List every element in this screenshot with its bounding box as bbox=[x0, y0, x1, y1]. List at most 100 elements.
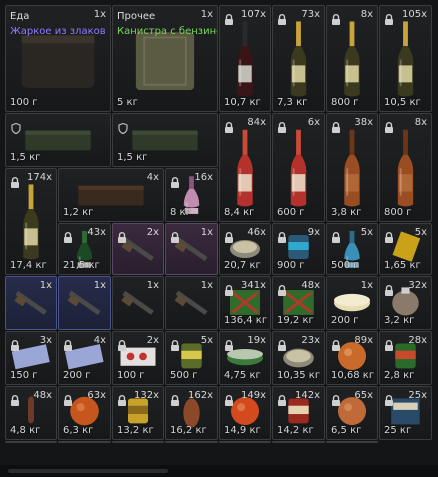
item-quantity: 1x bbox=[360, 280, 373, 291]
inventory-slot[interactable]: 5x 500 г bbox=[165, 331, 218, 385]
inventory-slot[interactable]: 1x bbox=[58, 276, 111, 330]
inventory-slot[interactable]: 107x 10,7 кг bbox=[219, 5, 271, 112]
inventory-slot[interactable]: 162x 16,2 кг bbox=[165, 386, 218, 440]
item-weight: 800 г bbox=[384, 207, 412, 218]
item-quantity: 63x bbox=[87, 390, 106, 401]
inventory-slot[interactable]: 32x 3,2 кг bbox=[379, 276, 432, 330]
inventory-slot[interactable]: 106x bbox=[58, 441, 111, 443]
inventory-scrollbar-track[interactable] bbox=[0, 465, 438, 477]
inventory-slot[interactable]: 1x bbox=[165, 276, 218, 330]
item-weight: 14,2 кг bbox=[277, 425, 314, 436]
item-title: Жаркое из злаков bbox=[10, 26, 106, 37]
lock-icon bbox=[331, 336, 341, 351]
item-weight: 500 г bbox=[331, 260, 359, 271]
item-category: Прочее bbox=[117, 11, 156, 22]
inventory-slot[interactable]: 65x 6,5 кг bbox=[326, 386, 378, 440]
item-quantity: 1x bbox=[200, 9, 213, 20]
inventory-slot[interactable]: 19x 4,75 кг bbox=[219, 331, 271, 385]
item-weight: 16,2 кг bbox=[170, 425, 207, 436]
inventory-slot[interactable]: 1,5 кг bbox=[112, 113, 218, 167]
inventory-slot[interactable]: 4x 1,2 кг bbox=[58, 168, 164, 222]
item-weight: 3,2 кг bbox=[384, 315, 415, 326]
inventory-slot[interactable]: 8x 800 г bbox=[326, 5, 378, 112]
item-quantity: 5x bbox=[200, 335, 213, 346]
inventory-slot[interactable]: 9x 900 г bbox=[272, 223, 325, 275]
inventory-slot[interactable]: 13x bbox=[219, 441, 271, 443]
inventory-slot[interactable]: 1x 200 г bbox=[326, 276, 378, 330]
inventory-slot[interactable]: 73x 7,3 кг bbox=[272, 5, 325, 112]
inventory-slot[interactable]: 8x bbox=[272, 441, 325, 443]
item-weight: 1,5 кг bbox=[117, 152, 148, 163]
item-quantity: 43x bbox=[87, 227, 106, 238]
inventory-slot[interactable]: 1,5 кг bbox=[5, 113, 111, 167]
inventory-slot[interactable]: 1x bbox=[5, 276, 57, 330]
inventory-slot[interactable]: 25x 25 кг bbox=[379, 386, 432, 440]
item-quantity: 9x bbox=[307, 227, 320, 238]
item-weight: 17,4 кг bbox=[10, 260, 47, 271]
item-weight: 6,5 кг bbox=[331, 425, 362, 436]
item-quantity: 5x bbox=[414, 227, 427, 238]
inventory-slot[interactable]: Еда Жаркое из злаков 1x 100 г bbox=[5, 5, 111, 112]
item-quantity: 48x bbox=[33, 390, 52, 401]
inventory-slot[interactable]: 3x 150 г bbox=[5, 331, 57, 385]
inventory-slot[interactable]: 8x 800 г bbox=[379, 113, 432, 222]
lock-icon bbox=[224, 228, 234, 243]
inventory-slot[interactable]: 11x bbox=[165, 441, 218, 443]
inventory-slot[interactable]: 2x bbox=[112, 223, 164, 275]
item-quantity: 6x bbox=[307, 117, 320, 128]
inventory-slot[interactable]: Прочее Канистра с бензином 1x 5 кг bbox=[112, 5, 218, 112]
inventory-slot[interactable]: 16x 8 кг bbox=[165, 168, 218, 222]
lock-icon bbox=[277, 228, 287, 243]
lock-icon bbox=[331, 118, 341, 133]
inventory-slot[interactable]: 132x 13,2 кг bbox=[112, 386, 164, 440]
inventory-slot[interactable]: 48x 4,8 кг bbox=[5, 386, 57, 440]
lock-icon bbox=[224, 118, 234, 133]
inventory-slot[interactable]: 6x 600 г bbox=[272, 113, 325, 222]
item-title: Канистра с бензином bbox=[117, 26, 217, 37]
inventory-slot[interactable]: 48x 19,2 кг bbox=[272, 276, 325, 330]
inventory-slot[interactable]: 2x 100 г bbox=[112, 331, 164, 385]
item-weight: 100 г bbox=[117, 370, 145, 381]
inventory-slot[interactable]: 38x 3,8 кг bbox=[326, 113, 378, 222]
inventory-slot[interactable]: 25x bbox=[112, 441, 164, 443]
inventory-slot[interactable]: 5x 1,65 кг bbox=[379, 223, 432, 275]
lock-icon bbox=[170, 336, 180, 351]
inventory-slot[interactable]: 5x 500 г bbox=[326, 223, 378, 275]
inventory-slot[interactable]: 149x 14,9 кг bbox=[219, 386, 271, 440]
lock-icon bbox=[117, 336, 127, 351]
lock-icon bbox=[63, 228, 73, 243]
inventory-slot[interactable]: 1x bbox=[112, 276, 164, 330]
inventory-slot[interactable]: 105x 10,5 кг bbox=[379, 5, 432, 112]
item-weight: 4,8 кг bbox=[10, 425, 41, 436]
item-weight: 4,75 кг bbox=[224, 370, 261, 381]
inventory-slot[interactable]: 89x 10,68 кг bbox=[326, 331, 378, 385]
item-weight: 10,68 кг bbox=[331, 370, 375, 381]
inventory-slot[interactable]: 4x 200 г bbox=[58, 331, 111, 385]
lock-icon bbox=[384, 391, 394, 406]
inventory-slot[interactable]: 63x 6,3 кг bbox=[58, 386, 111, 440]
item-weight: 5 кг bbox=[117, 97, 138, 108]
item-quantity: 48x bbox=[301, 280, 320, 291]
item-quantity: 142x bbox=[294, 390, 320, 401]
lock-icon bbox=[331, 10, 341, 25]
lock-icon bbox=[331, 228, 341, 243]
inventory-slot[interactable]: 23x 10,35 кг bbox=[272, 331, 325, 385]
item-weight: 1,2 кг bbox=[63, 207, 94, 218]
inventory-slot[interactable]: 1x bbox=[326, 441, 378, 443]
inventory-slot[interactable]: 84x 8,4 кг bbox=[219, 113, 271, 222]
item-weight: 13,2 кг bbox=[117, 425, 154, 436]
lock-icon bbox=[10, 391, 20, 406]
inventory-slot[interactable]: 46x 20,7 кг bbox=[219, 223, 271, 275]
item-weight: 100 г bbox=[10, 97, 38, 108]
lock-icon bbox=[117, 391, 127, 406]
inventory-slot[interactable]: 28x 2,8 кг bbox=[379, 331, 432, 385]
item-quantity: 1x bbox=[200, 280, 213, 291]
inventory-slot[interactable]: 174x 17,4 кг bbox=[5, 168, 57, 275]
lock-icon bbox=[277, 281, 287, 296]
inventory-slot[interactable]: 1x bbox=[165, 223, 218, 275]
inventory-slot[interactable]: 109x bbox=[5, 441, 57, 443]
inventory-slot[interactable]: 43x 21,5 кг bbox=[58, 223, 111, 275]
inventory-scrollbar-thumb[interactable] bbox=[8, 469, 168, 473]
inventory-slot[interactable]: 142x 14,2 кг bbox=[272, 386, 325, 440]
inventory-slot[interactable]: 341x 136,4 кг bbox=[219, 276, 271, 330]
